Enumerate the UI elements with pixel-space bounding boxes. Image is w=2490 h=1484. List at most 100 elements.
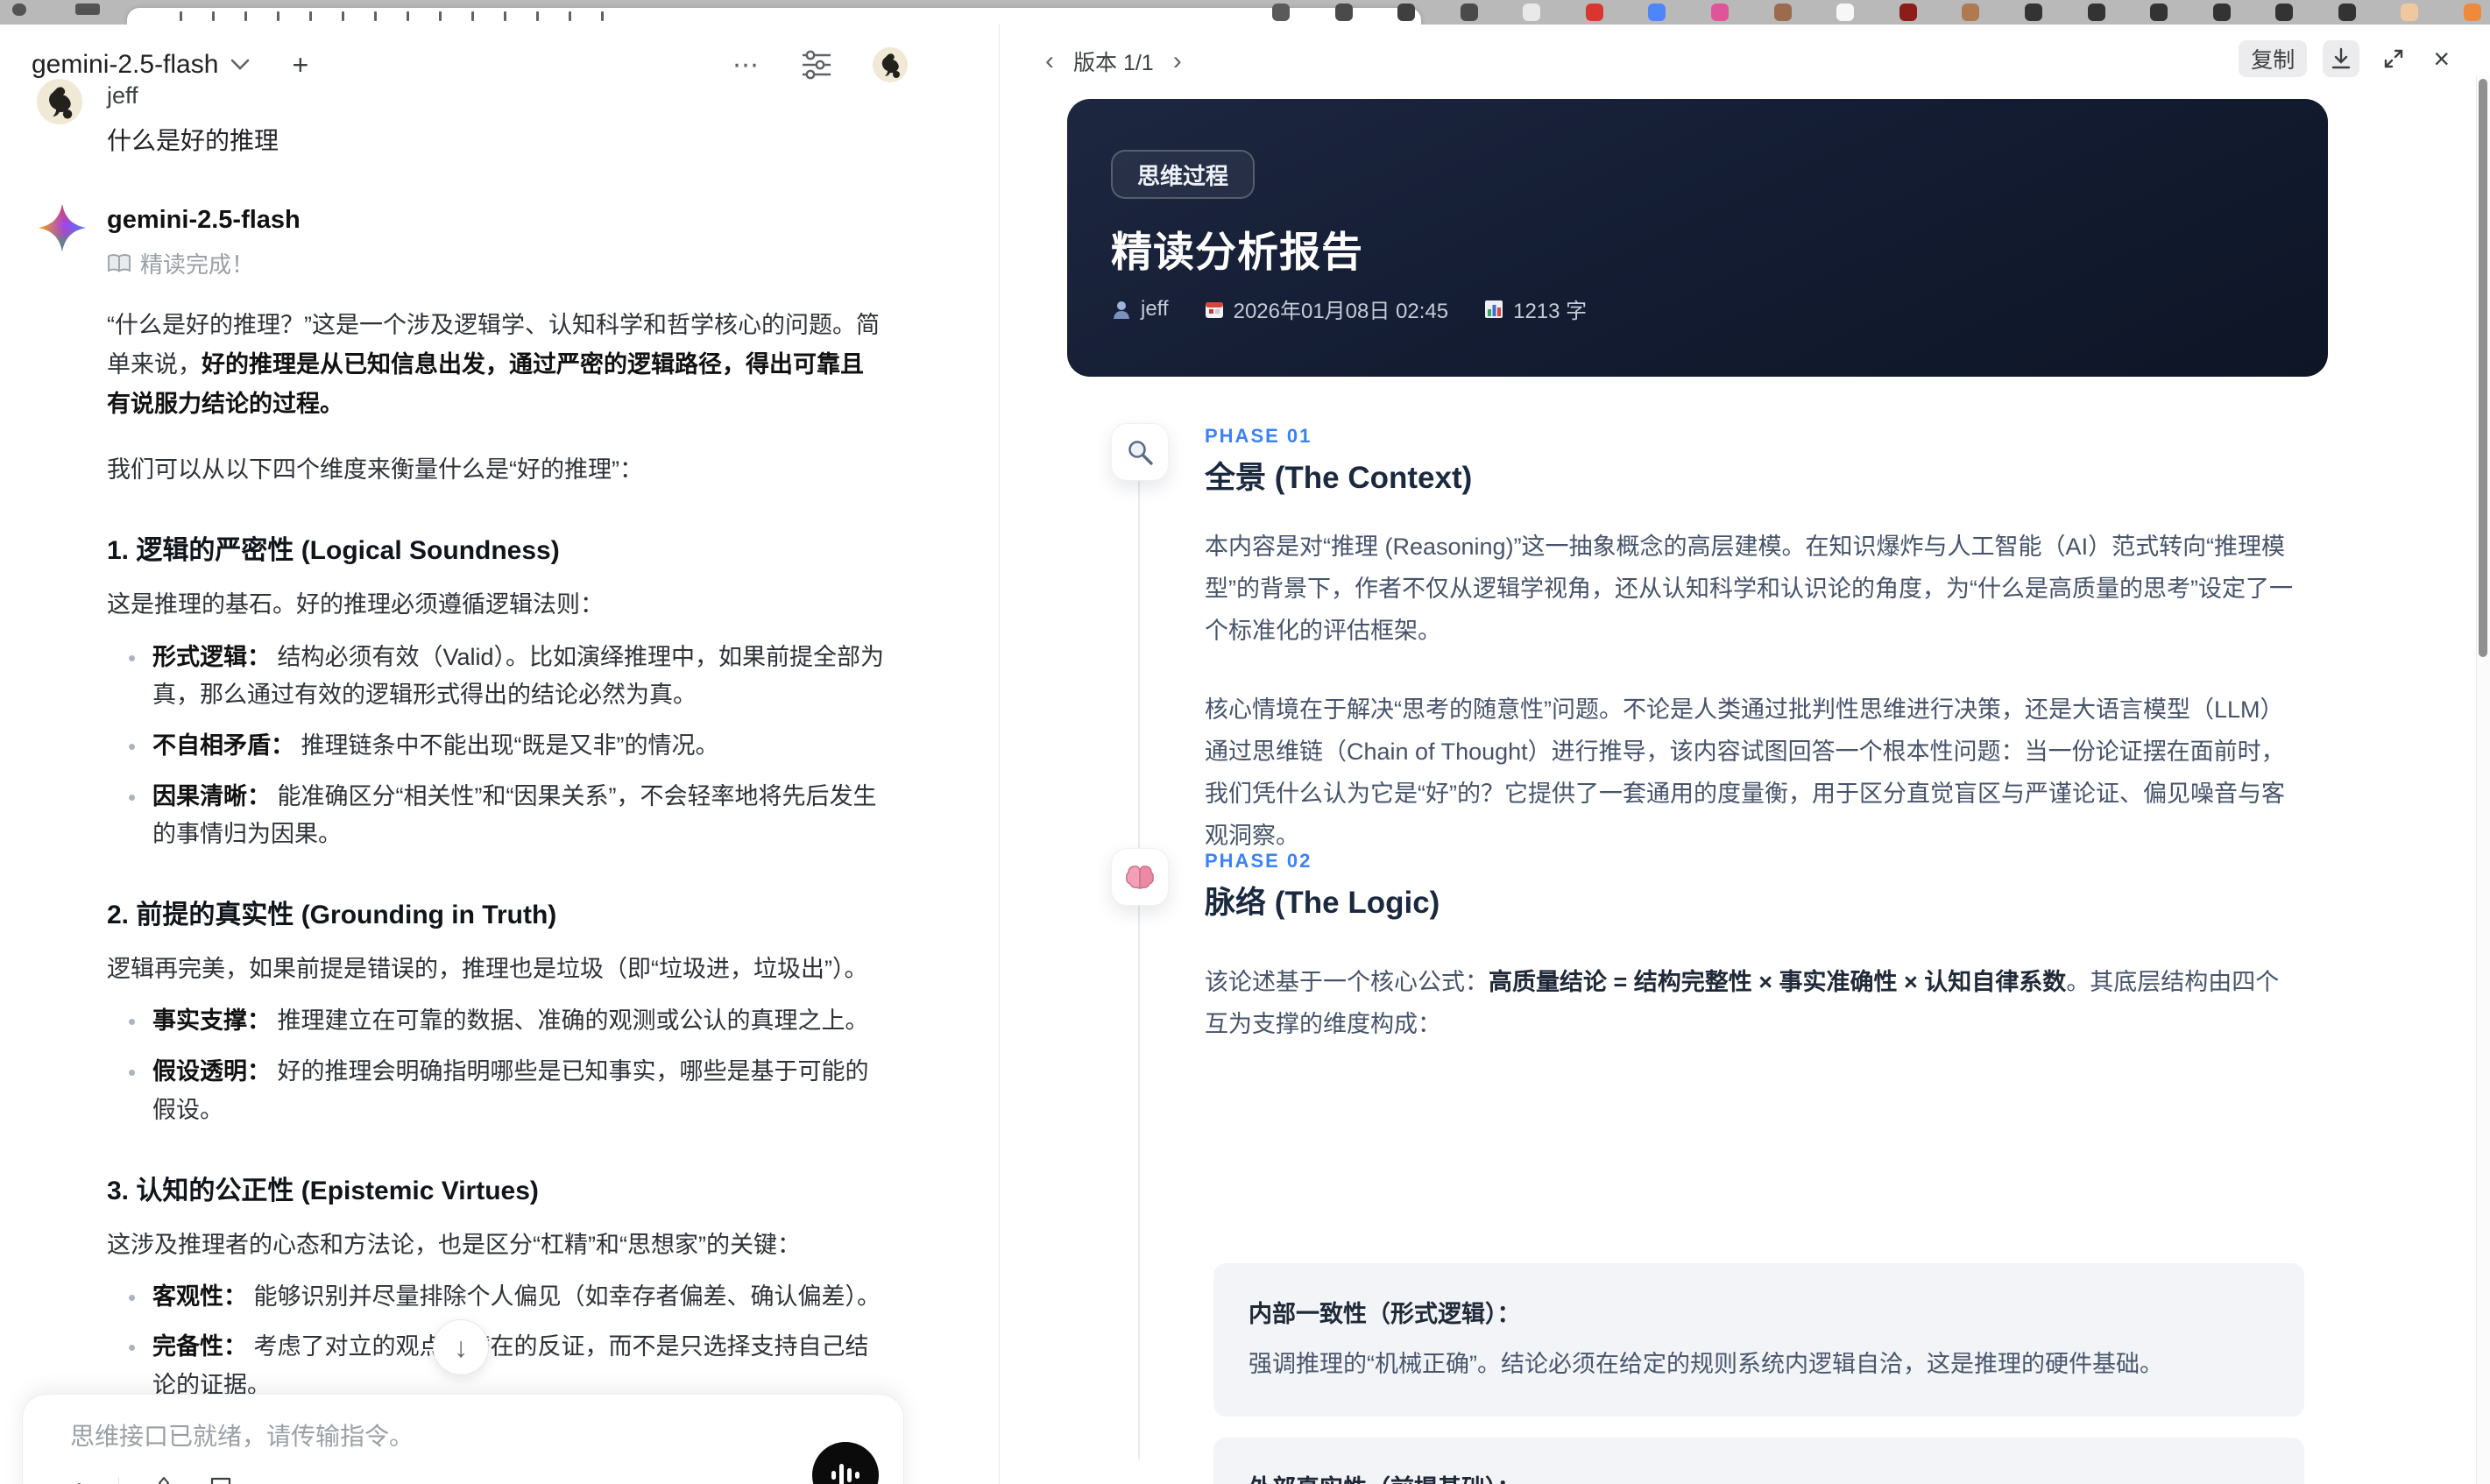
chat-messages: jeff 什么是好的推理 gemini-2.5-flash 精读完成！ “什么是… — [37, 79, 913, 1484]
scrollbar-thumb[interactable] — [2479, 79, 2487, 657]
bullet-item: 事实支撑： 推理建立在可靠的数据、准确的观测或公认的真理之上。 — [107, 1002, 885, 1041]
menubar-icon-fragment — [2401, 4, 2419, 21]
artifact-preview-panel: ‹ 版本 1/1 › 复制 × 思维过程 精读分析报告 jeff 2026年01… — [1000, 25, 2490, 1484]
menubar-icon-fragment — [2338, 4, 2356, 21]
menubar-icon-fragment — [1334, 4, 1353, 21]
preview-scrollbar[interactable] — [2476, 75, 2490, 1484]
section-heading: 3. 认知的公正性 (Epistemic Virtues) — [107, 1176, 539, 1205]
fullscreen-button[interactable] — [2375, 40, 2412, 77]
assistant-paragraph: 我们可以从以下四个维度来衡量什么是“好的推理”： — [107, 456, 643, 484]
menubar-icon-fragment — [1648, 4, 1666, 21]
magnifier-icon — [1111, 423, 1169, 481]
user-avatar[interactable] — [873, 47, 908, 82]
menubar-icon-fragment — [2212, 4, 2231, 21]
menubar-icon-fragment — [2275, 4, 2294, 21]
timeline-line — [1138, 461, 1140, 1459]
bullet-list: 形式逻辑： 结构必须有效（Valid）。比如演绎推理中，如果前提全部为真，那么通… — [107, 639, 885, 855]
new-chat-button[interactable]: + — [292, 49, 308, 81]
section-heading: 2. 前提的真实性 (Grounding in Truth) — [107, 901, 557, 930]
user-message-text: 什么是好的推理 — [107, 127, 279, 154]
book-icon — [108, 253, 131, 272]
bullet-item: 形式逻辑： 结构必须有效（Valid）。比如演绎推理中，如果前提全部为真，那么通… — [107, 639, 885, 715]
skills-diamonds-icon[interactable] — [149, 1476, 179, 1484]
attach-plus-button[interactable]: + — [70, 1475, 88, 1484]
menubar-icon-fragment — [1397, 4, 1416, 21]
screen: gemini-2.5-flash + ⋯ jeff 什么是好的推理 gemini… — [0, 0, 2490, 1484]
bullet-item: 假设透明： 好的推理会明确指明哪些是已知事实，哪些是基于可能的假设。 — [107, 1053, 885, 1129]
waveform-icon — [831, 1464, 859, 1484]
dimension-cards: 内部一致性（形式逻辑）： 强调推理的“机械正确”。结论必须在给定的规则系统内逻辑… — [1213, 1263, 2304, 1484]
phase-body: 该论述基于一个核心公式：高质量结论 = 结构完整性 × 事实准确性 × 认知自律… — [1205, 961, 2295, 1082]
app-window: gemini-2.5-flash + ⋯ jeff 什么是好的推理 gemini… — [0, 25, 2490, 1484]
gemini-star-icon — [37, 202, 88, 253]
message-input-card[interactable]: 思维接口已就绪，请传输指令。 + — [22, 1394, 904, 1484]
hero-badge: 思维过程 — [1111, 150, 1256, 199]
preview-header: ‹ 版本 1/1 › 复制 × — [1000, 25, 2490, 93]
card-title: 内部一致性（形式逻辑）： — [1249, 1301, 1521, 1327]
person-icon — [1114, 300, 1129, 319]
section-desc: 逻辑再完美，如果前提是错误的，推理也是垃圾（即“垃圾进，垃圾出”）。 — [107, 956, 868, 983]
bar-chart-icon — [1485, 300, 1503, 318]
scroll-to-bottom-button[interactable]: ↓ — [433, 1319, 489, 1375]
menubar-icon-fragments — [1272, 3, 2481, 22]
chevron-down-icon[interactable] — [230, 59, 250, 71]
menubar-text-fragments — [180, 11, 604, 21]
menubar-icon-fragment — [1272, 4, 1290, 21]
report-title: 精读分析报告 — [1111, 229, 1363, 275]
report-hero: 思维过程 精读分析报告 jeff 2026年01月08日 02:45 1213 … — [1067, 99, 2328, 377]
phase-paragraph: 该论述基于一个核心公式：高质量结论 = 结构完整性 × 事实准确性 × 认知自律… — [1205, 969, 2280, 1038]
user-message: jeff 什么是好的推理 — [37, 79, 913, 157]
assistant-message: gemini-2.5-flash 精读完成！ “什么是好的推理？”这是一个涉及逻… — [37, 201, 913, 1484]
more-options-button[interactable]: ⋯ — [732, 50, 760, 81]
chat-panel: gemini-2.5-flash + ⋯ jeff 什么是好的推理 gemini… — [0, 25, 999, 1484]
phase-body: 本内容是对“推理 (Reasoning)”这一抽象概念的高层建模。在知识爆炸与人… — [1205, 526, 2295, 894]
message-input-placeholder[interactable]: 思维接口已就绪，请传输指令。 — [70, 1417, 414, 1452]
menubar-icon-fragment — [1899, 4, 1917, 21]
menubar-icon-fragment — [1773, 4, 1792, 21]
card-text: 强调推理的“机械正确”。结论必须在给定的规则系统内逻辑自洽，这是推理的硬件基础。 — [1249, 1351, 2163, 1377]
card-title: 外部真实性（前提基础）： — [1249, 1469, 2269, 1484]
menubar-icon-fragment — [2463, 4, 2481, 21]
expand-icon — [2385, 49, 2403, 68]
assistant-status: 精读完成！ — [107, 247, 885, 279]
copy-button[interactable]: 复制 — [2239, 40, 2308, 77]
phase-label: PHASE 02 — [1205, 850, 1312, 872]
user-name: jeff — [107, 82, 138, 109]
assistant-status-text: 精读完成！ — [140, 251, 255, 278]
download-button[interactable] — [2323, 40, 2360, 77]
author-meta: jeff — [1111, 297, 1169, 322]
report-body: PHASE 01 全景 (The Context) 本内容是对“推理 (Reas… — [1067, 377, 2328, 1484]
bullet-item: 不自相矛盾： 推理链条中不能出现“既是又非”的情况。 — [107, 727, 885, 766]
section-desc: 这涉及推理者的心态和方法论，也是区分“杠精”和“思想家”的关键： — [107, 1231, 801, 1258]
voice-input-button[interactable] — [812, 1442, 879, 1484]
menubar-icon-fragment — [1585, 4, 1603, 21]
bullet-list: 事实支撑： 推理建立在可靠的数据、准确的观测或公认的真理之上。 假设透明： 好的… — [107, 1002, 885, 1129]
calendar-icon — [1205, 301, 1223, 318]
menubar-icon-fragment — [2150, 4, 2168, 21]
model-selector[interactable]: gemini-2.5-flash — [32, 50, 218, 80]
phase-paragraph: 本内容是对“推理 (Reasoning)”这一抽象概念的高层建模。在知识爆炸与人… — [1205, 534, 2293, 645]
settings-sliders-icon[interactable] — [801, 50, 832, 80]
section-heading: 1. 逻辑的严密性 (Logical Soundness) — [107, 536, 560, 566]
menubar-icon-fragment — [1711, 4, 1730, 21]
menubar-glyph-fragment — [75, 4, 100, 15]
brain-icon — [1111, 848, 1169, 906]
date-meta: 2026年01月08日 02:45 — [1204, 293, 1448, 324]
close-panel-button[interactable]: × — [2428, 43, 2455, 75]
phase-paragraph: 核心情境在于解决“思考的随意性”问题。不论是人类通过批判性思维进行决策，还是大语… — [1205, 696, 2285, 850]
assistant-paragraph: “什么是好的推理？”这是一个涉及逻辑学、认知科学和哲学核心的问题。简单来说，好的… — [107, 312, 880, 418]
next-version-button[interactable]: › — [1173, 48, 1182, 74]
prev-version-button[interactable]: ‹ — [1045, 48, 1054, 74]
bookmark-icon[interactable] — [209, 1476, 233, 1484]
arrow-down-icon: ↓ — [454, 1331, 468, 1363]
menubar-icon-fragment — [1523, 4, 1541, 21]
menubar-icon-fragment — [2087, 4, 2105, 21]
download-icon — [2332, 47, 2351, 69]
menu-bar — [0, 0, 2490, 25]
version-label: 版本 1/1 — [1073, 51, 1154, 75]
report-page: 思维过程 精读分析报告 jeff 2026年01月08日 02:45 1213 … — [1067, 99, 2328, 1484]
section-desc: 这是推理的基石。好的推理必须遵循逻辑法则： — [107, 591, 604, 618]
assistant-name: gemini-2.5-flash — [107, 206, 301, 234]
phase-title: 全景 (The Context) — [1205, 461, 1473, 495]
version-navigator: ‹ 版本 1/1 › — [1045, 46, 1182, 77]
